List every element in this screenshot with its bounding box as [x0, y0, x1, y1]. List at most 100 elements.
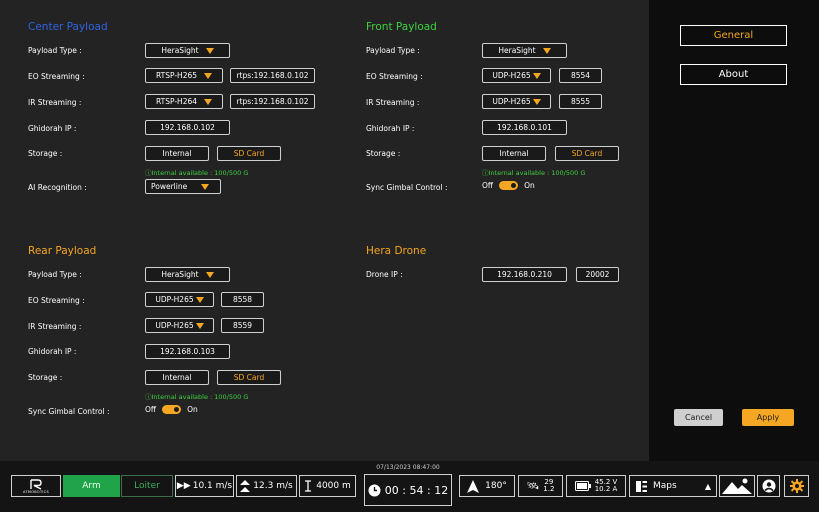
- chevron-down-icon: [532, 98, 541, 105]
- vertical-speed-icon: [240, 480, 251, 492]
- arm-button[interactable]: Arm: [63, 475, 120, 497]
- rear-sync-gimbal-toggle[interactable]: Off On: [145, 405, 198, 414]
- battery-current: 10.2 A: [594, 485, 618, 493]
- about-tab[interactable]: About: [680, 64, 787, 85]
- front-ir-protocol-select[interactable]: UDP-H265: [482, 94, 551, 109]
- battery-status: 45.2 V 10.2 A: [566, 475, 626, 497]
- rear-sync-label: Sync Gimbal Control :: [28, 407, 110, 416]
- front-eo-label: EO Streaming :: [366, 72, 423, 81]
- center-ai-select[interactable]: Powerline: [145, 179, 221, 194]
- front-storage-sd-button[interactable]: SD Card: [555, 146, 619, 161]
- settings-main-panel: [0, 0, 649, 461]
- rear-ir-protocol-select[interactable]: UDP-H265: [145, 318, 214, 333]
- center-ir-protocol-select[interactable]: RTSP-H264: [145, 94, 223, 109]
- front-payload-type-select[interactable]: HeraSight: [482, 43, 567, 58]
- heading-arrow-icon: [467, 479, 480, 493]
- center-ir-protocol-value: RTSP-H264: [155, 97, 198, 106]
- rear-storage-available-text: Internal available : 100/500 G: [151, 393, 249, 401]
- clock-icon: [368, 484, 381, 496]
- chevron-down-icon: [205, 47, 214, 54]
- front-sync-off-label: Off: [482, 181, 494, 190]
- mountain-map-icon: [722, 478, 752, 494]
- center-payload-type-label: Payload Type :: [28, 46, 82, 55]
- center-ai-value: Powerline: [151, 182, 188, 191]
- general-tab[interactable]: General: [680, 25, 787, 46]
- center-eo-protocol-select[interactable]: RTSP-H265: [145, 68, 223, 83]
- center-payload-type-select[interactable]: HeraSight: [145, 43, 230, 58]
- rear-sync-on-label: On: [187, 405, 198, 414]
- center-ai-label: AI Recognition :: [28, 183, 87, 192]
- settings-button[interactable]: [784, 475, 809, 497]
- toggle-knob: [174, 407, 180, 412]
- center-ir-label: IR Streaming :: [28, 98, 82, 107]
- hera-drone-title: Hera Drone: [366, 245, 427, 257]
- date-time: 07/13/2023 08:47:00: [376, 464, 440, 471]
- center-storage-internal-button[interactable]: Internal: [145, 146, 209, 161]
- front-eo-protocol-value: UDP-H265: [492, 71, 531, 80]
- horizontal-speed: ▶▶ 10.1 m/s: [175, 475, 234, 497]
- rear-storage-sd-button[interactable]: SD Card: [217, 370, 281, 385]
- heading: 180°: [459, 475, 515, 497]
- flight-timer: 00 : 54 : 12: [364, 474, 452, 506]
- front-ip-field[interactable]: 192.168.0.101: [482, 120, 567, 135]
- front-payload-title: Front Payload: [366, 21, 437, 33]
- rear-storage-label: Storage :: [28, 373, 63, 382]
- toggle-knob: [511, 183, 517, 188]
- front-eo-protocol-select[interactable]: UDP-H265: [482, 68, 551, 83]
- rear-ip-label: Ghidorah IP :: [28, 347, 77, 356]
- rear-payload-type-select[interactable]: HeraSight: [145, 267, 230, 282]
- center-eo-address-field[interactable]: rtps:192.168.0.102: [230, 68, 315, 83]
- loiter-button[interactable]: Loiter: [121, 475, 173, 497]
- chevron-down-icon: [542, 47, 551, 54]
- altitude-value: 4000 m: [316, 481, 351, 491]
- rear-ip-field[interactable]: 192.168.0.103: [145, 344, 230, 359]
- front-ir-port-field[interactable]: 8555: [559, 94, 602, 109]
- maps-select[interactable]: Maps ▲: [629, 475, 717, 497]
- chevron-down-icon: [204, 98, 213, 105]
- cancel-button[interactable]: Cancel: [674, 409, 723, 426]
- front-sync-on-label: On: [524, 181, 535, 190]
- user-icon: [762, 479, 775, 493]
- account-button[interactable]: [757, 475, 780, 497]
- drone-ip-label: Drone IP :: [366, 270, 403, 279]
- front-ir-protocol-value: UDP-H265: [492, 97, 531, 106]
- front-sync-gimbal-toggle[interactable]: Off On: [482, 181, 535, 190]
- rear-storage-internal-button[interactable]: Internal: [145, 370, 209, 385]
- map-view-button[interactable]: [719, 475, 755, 497]
- drone-port-field[interactable]: 20002: [576, 267, 619, 282]
- satellite-status: 🛰 29 1.2: [518, 475, 563, 497]
- chevron-up-icon: ▲: [704, 481, 711, 491]
- rear-ir-port-field[interactable]: 8559: [221, 318, 264, 333]
- front-storage-internal-button[interactable]: Internal: [482, 146, 546, 161]
- apply-button[interactable]: Apply: [742, 409, 794, 426]
- rear-sync-off-label: Off: [145, 405, 157, 414]
- center-payload-title: Center Payload: [28, 21, 108, 33]
- toggle-switch[interactable]: [499, 181, 519, 190]
- vertical-speed: 12.3 m/s: [236, 475, 297, 497]
- drone-ip-field[interactable]: 192.168.0.210: [482, 267, 567, 282]
- center-ip-field[interactable]: 192.168.0.102: [145, 120, 230, 135]
- center-ip-label: Ghidorah IP :: [28, 124, 77, 133]
- chevron-down-icon: [204, 72, 213, 79]
- front-storage-label: Storage :: [366, 149, 401, 158]
- center-storage-sd-button[interactable]: SD Card: [217, 146, 281, 161]
- front-ip-label: Ghidorah IP :: [366, 124, 415, 133]
- rear-eo-port-field[interactable]: 8558: [221, 292, 264, 307]
- toggle-switch[interactable]: [162, 405, 182, 414]
- front-storage-available-text: Internal available : 100/500 G: [488, 169, 586, 177]
- logo-icon: [30, 478, 42, 490]
- chevron-down-icon: [195, 296, 204, 303]
- center-eo-label: EO Streaming :: [28, 72, 85, 81]
- center-ir-address-field[interactable]: rtps:192.168.0.102: [230, 94, 315, 109]
- map-panel-icon: [636, 480, 647, 492]
- rear-eo-label: EO Streaming :: [28, 296, 85, 305]
- rear-payload-type-label: Payload Type :: [28, 270, 82, 279]
- rear-eo-protocol-select[interactable]: UDP-H265: [145, 292, 214, 307]
- chevron-down-icon: [201, 183, 210, 190]
- rear-ir-label: IR Streaming :: [28, 322, 82, 331]
- rear-ir-protocol-value: UDP-H265: [155, 321, 194, 330]
- rear-storage-available: ⓘInternal available : 100/500 G: [145, 391, 248, 401]
- front-eo-port-field[interactable]: 8554: [559, 68, 602, 83]
- fast-forward-icon: ▶▶: [176, 481, 191, 491]
- gear-icon: [789, 479, 804, 493]
